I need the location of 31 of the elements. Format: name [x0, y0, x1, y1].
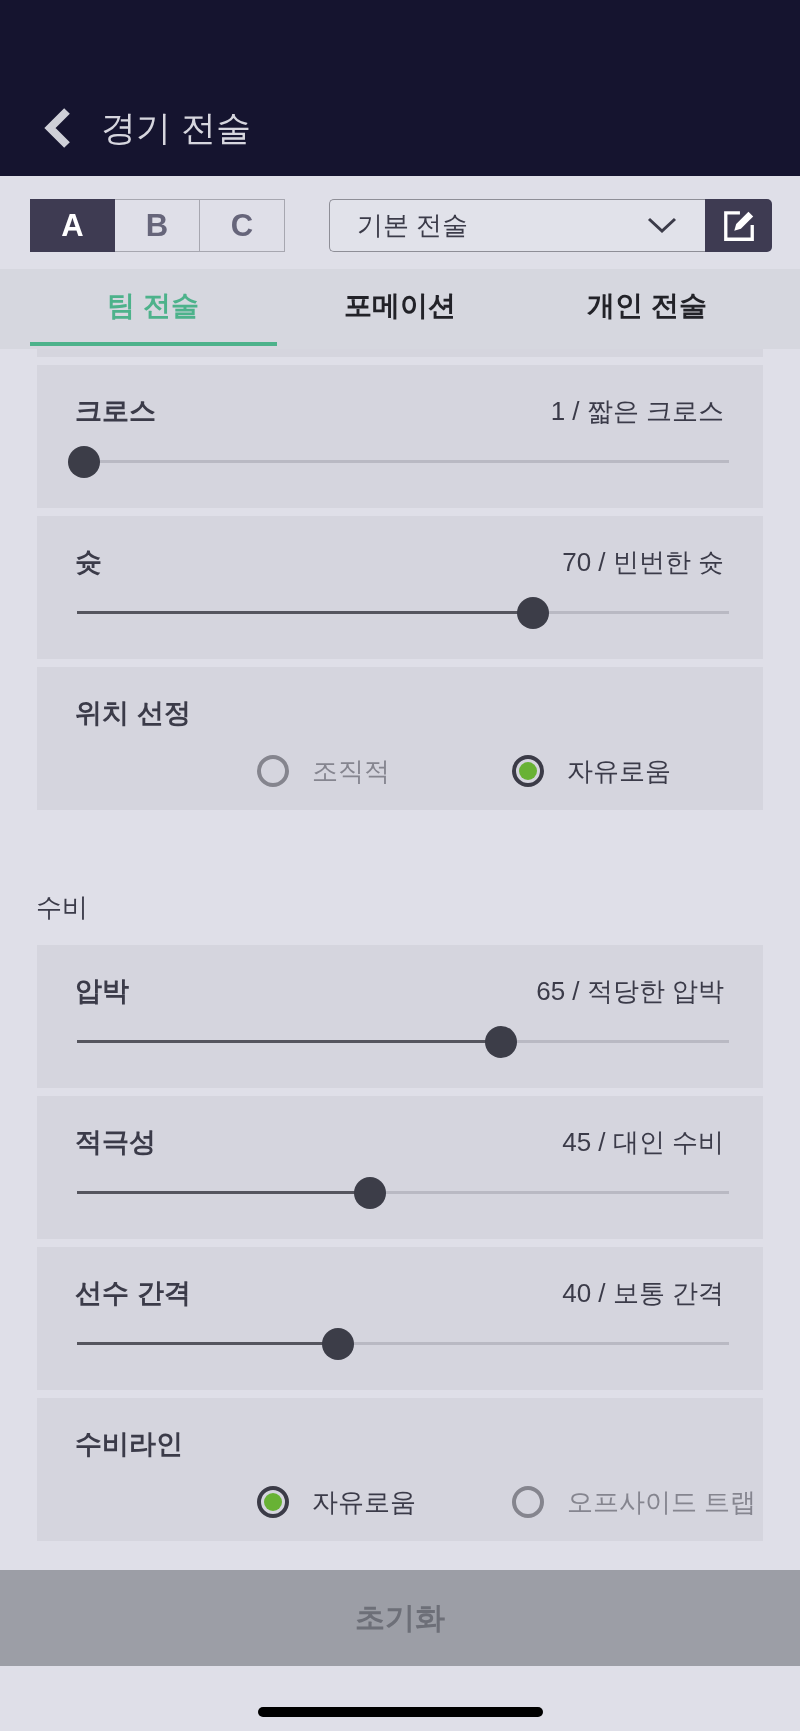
- tab[interactable]: 포메이션: [276, 269, 524, 346]
- setting-label: 선수 간격: [75, 1277, 191, 1309]
- setting-label: 크로스: [75, 395, 156, 427]
- slider-thumb[interactable]: [484, 1026, 517, 1058]
- setting-label: 적극성: [75, 1126, 156, 1158]
- edit-icon: [721, 208, 756, 243]
- edit-button[interactable]: [705, 199, 772, 252]
- tactic-dropdown[interactable]: 기본 전술: [329, 199, 705, 252]
- radio-option[interactable]: 자유로움: [512, 755, 753, 787]
- slider-thumb[interactable]: [354, 1177, 387, 1209]
- tab[interactable]: 개인 전술: [523, 269, 770, 346]
- setting-value: 1 / 짧은 크로스: [550, 395, 724, 427]
- setting-value: 70 / 빈번한 슛: [562, 546, 724, 578]
- setting-value: 65 / 적당한 압박: [536, 975, 724, 1007]
- slot-tab[interactable]: C: [200, 199, 285, 252]
- slider-thumb[interactable]: [67, 446, 100, 478]
- setting-label: 수비라인: [75, 1428, 183, 1460]
- setting-value: 45 / 대인 수비: [562, 1126, 724, 1158]
- setting-label: 압박: [75, 975, 129, 1007]
- chevron-down-icon: [647, 217, 677, 234]
- setting-value: 40 / 보통 간격: [562, 1277, 724, 1309]
- radio-option[interactable]: 자유로움: [257, 1486, 512, 1518]
- slider-thumb[interactable]: [517, 597, 550, 629]
- slider-thumb[interactable]: [321, 1328, 354, 1360]
- section-title: 수비: [36, 891, 89, 923]
- slot-tab[interactable]: A: [30, 199, 115, 252]
- setting-label: 위치 선정: [75, 697, 191, 729]
- setting-label: 슛: [75, 546, 102, 578]
- slot-tab[interactable]: B: [115, 199, 200, 252]
- screen-title: 경기 전술: [101, 107, 251, 149]
- chevron-left-icon: [42, 108, 72, 148]
